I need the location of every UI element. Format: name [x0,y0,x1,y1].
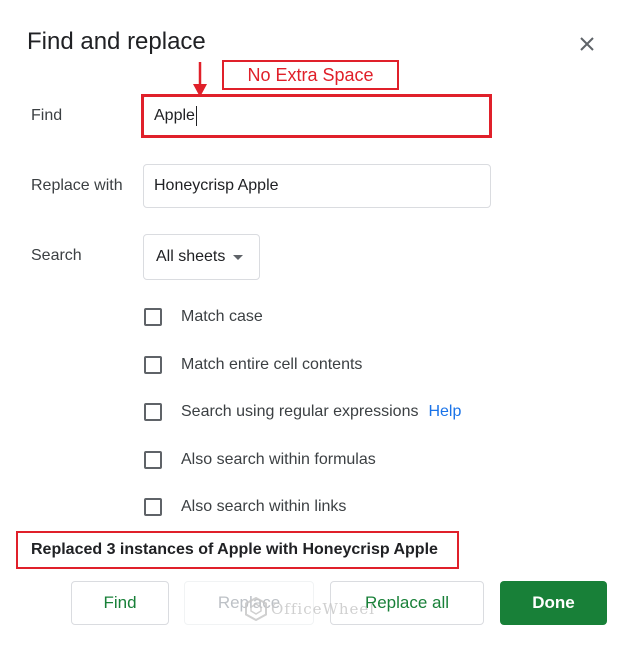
match-entire-cell-checkbox[interactable] [144,356,162,374]
replace-input-value: Honeycrisp Apple [154,177,279,194]
option-label: Search using regular expressions [181,403,419,420]
option-label: Match entire cell contents [181,356,363,373]
watermark-text: OfficeWheel [271,600,376,618]
option-match-entire-cell[interactable]: Match entire cell contents [144,356,362,374]
replace-label: Replace with [31,177,123,194]
find-label: Find [31,107,63,124]
annotation-arrow-icon [193,62,207,97]
close-button[interactable] [574,31,600,57]
option-label: Match case [181,308,263,325]
within-formulas-checkbox[interactable] [144,451,162,469]
search-scope-select[interactable]: All sheets [143,234,260,280]
option-label: Also search within links [181,498,347,515]
option-regex[interactable]: Search using regular expressions Help [144,403,461,421]
search-scope-value: All sheets [156,248,226,265]
status-message: Replaced 3 instances of Apple with Honey… [16,531,459,569]
match-case-checkbox[interactable] [144,308,162,326]
watermark: OfficeWheel [245,597,375,621]
replace-input[interactable]: Honeycrisp Apple [143,164,491,208]
done-button[interactable]: Done [500,581,607,625]
find-button[interactable]: Find [71,581,169,625]
search-label: Search [31,247,82,264]
annotation-label: No Extra Space [222,60,399,90]
option-within-formulas[interactable]: Also search within formulas [144,451,376,469]
help-link[interactable]: Help [428,403,461,421]
within-links-checkbox[interactable] [144,498,162,516]
dialog-title: Find and replace [27,28,206,55]
option-match-case[interactable]: Match case [144,308,263,326]
regex-checkbox[interactable] [144,403,162,421]
option-label: Also search within formulas [181,451,376,468]
watermark-logo-icon [245,597,267,621]
find-field-highlight [141,94,492,138]
find-replace-dialog: Find and replace Find Apple Replace with… [0,0,635,654]
option-within-links[interactable]: Also search within links [144,498,346,516]
close-icon [580,37,594,51]
dropdown-arrow-icon [233,254,244,260]
